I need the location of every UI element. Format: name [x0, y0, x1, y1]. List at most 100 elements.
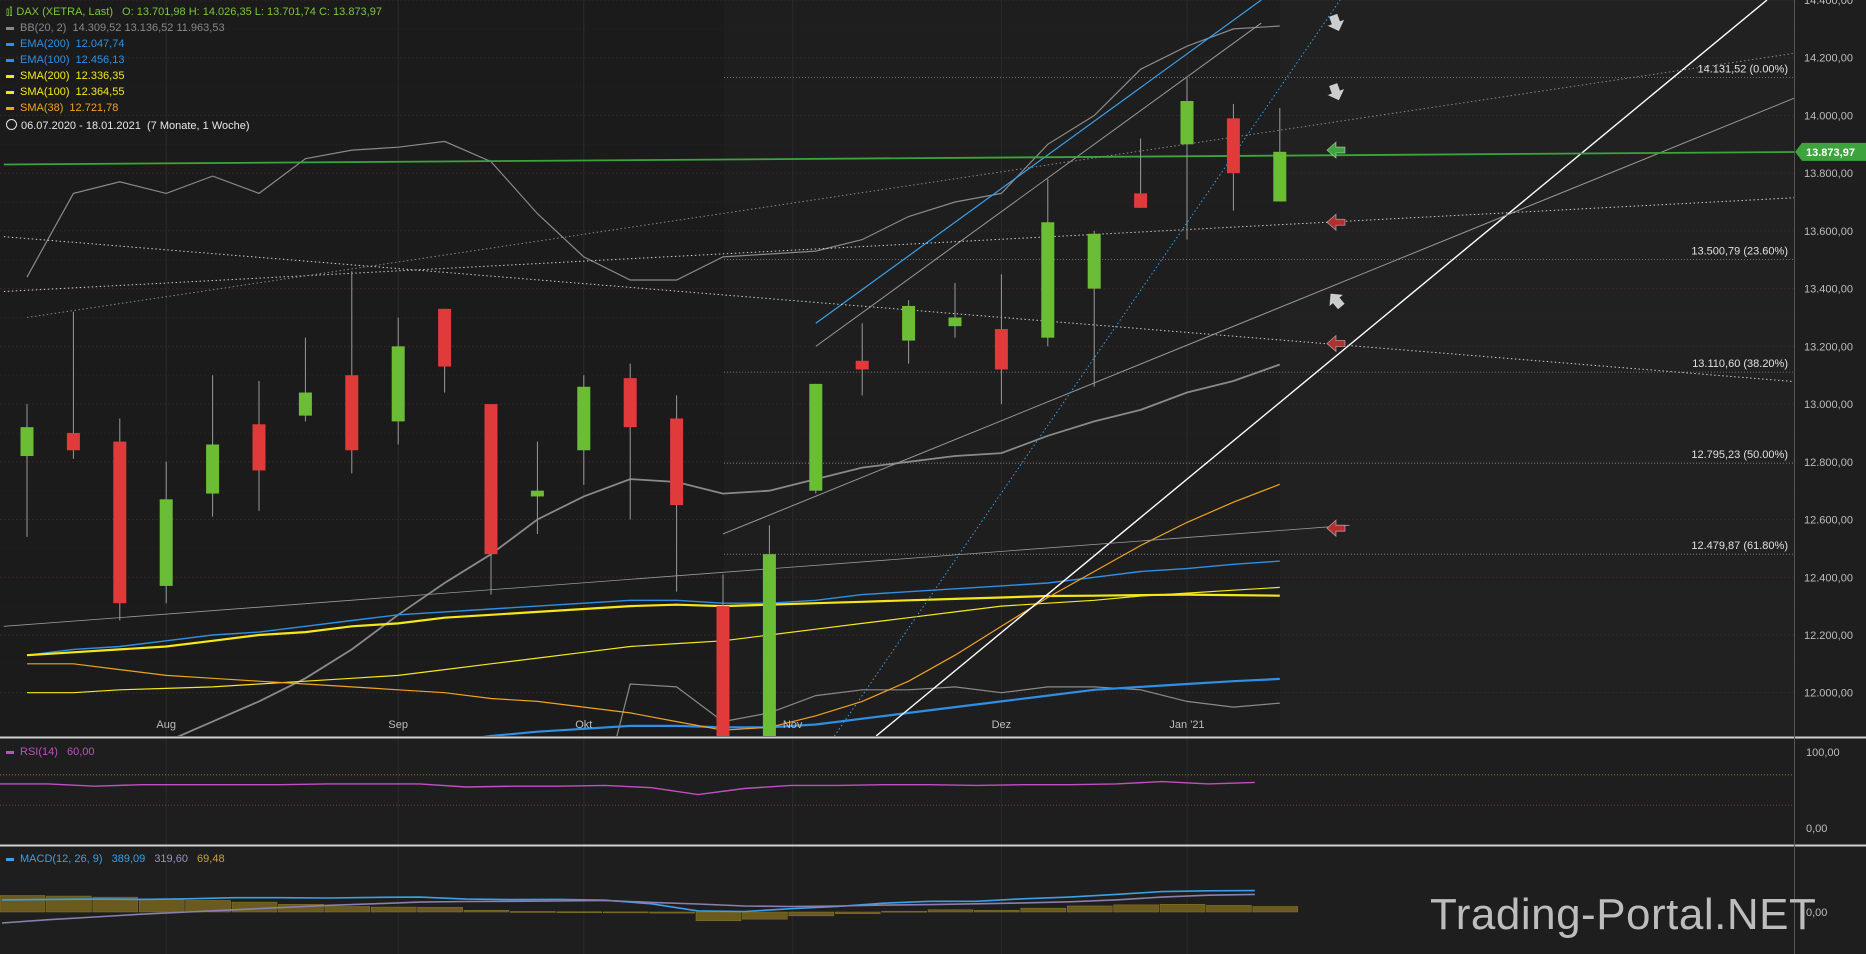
candle-bear: [670, 418, 684, 506]
candle-bear: [252, 424, 266, 471]
legend-values: 12.456,13: [75, 54, 125, 66]
candle-bull: [902, 305, 916, 341]
macd-value: 389,09: [111, 853, 146, 865]
legend-name: BB(20, 2): [20, 22, 67, 34]
macd-hist-value: 69,48: [197, 853, 225, 865]
macd-legend[interactable]: MACD(12, 26, 9) 389,09 319,60 69,48: [6, 853, 225, 865]
candle-bear: [1134, 193, 1148, 208]
candle-bear: [994, 329, 1008, 370]
macd-histogram-bar: [834, 911, 881, 914]
x-tick-label: Nov: [783, 719, 803, 731]
candle-bull: [809, 383, 823, 491]
legend-values: 14.309,52 13.136,52 11.963,53: [72, 22, 225, 34]
y-tick-label: 14.200,00: [1804, 53, 1853, 65]
y-tick-label: 13.400,00: [1804, 284, 1853, 296]
legend-name: EMA(100): [20, 54, 70, 66]
macd-histogram-bar: [1252, 906, 1299, 913]
legend-swatch: [6, 26, 14, 30]
x-tick-label: Aug: [156, 719, 176, 731]
y-tick-label: 12.200,00: [1804, 630, 1853, 642]
period-legend: 06.07.2020 - 18.01.2021 (7 Monate, 1 Woc…: [6, 119, 250, 132]
legend-row-sma-200[interactable]: SMA(200) 12.336,35: [6, 70, 124, 82]
legend-row-ema-100[interactable]: EMA(100) 12.456,13: [6, 54, 124, 66]
legend-row-sma-100[interactable]: SMA(100) 12.364,55: [6, 86, 124, 98]
instrument-ohlc: O: 13.701,98 H: 14.026,35 L: 13.701,74 C…: [122, 6, 382, 18]
y-tick-label: 13.800,00: [1804, 168, 1853, 180]
candle-bear: [113, 441, 127, 604]
y-tick-label: 13.600,00: [1804, 226, 1853, 238]
chart-svg[interactable]: 14.400,00 14.200,00 14.000,00 13.800,00 13.6…: [0, 0, 1866, 954]
legend-row-sma-38[interactable]: SMA(38) 12.721,78: [6, 102, 118, 114]
macd-label: MACD(12, 26, 9): [20, 853, 103, 865]
macd-histogram-bar: [463, 910, 510, 913]
macd-histogram-bar: [417, 907, 463, 913]
x-tick-label: Dez: [992, 719, 1012, 731]
fib-level-label: 12.479,87 (61.80%): [1691, 540, 1788, 552]
candle-bear: [1226, 118, 1240, 174]
rsi-legend[interactable]: RSI(14) 60,00: [6, 746, 95, 758]
legend-values: 12.364,55: [75, 86, 125, 98]
candle-bear: [623, 378, 637, 428]
candle-bull: [20, 427, 34, 457]
macd-histogram-bar: [0, 895, 46, 913]
fib-level-label: 14.131,52 (0.00%): [1697, 63, 1788, 75]
legend-swatch: [6, 90, 14, 94]
watermark: Trading-Portal.NET: [1430, 890, 1817, 939]
candle-bull: [1273, 151, 1287, 202]
macd-histogram-bar: [881, 910, 927, 913]
period-duration: (7 Monate, 1 Woche): [147, 120, 250, 132]
rsi-value: 60,00: [66, 746, 95, 758]
macd-histogram-bar: [556, 911, 603, 913]
macd-signal-value: 319,60: [154, 853, 188, 865]
x-tick-label: Jan '21: [1169, 719, 1204, 731]
fib-level-label: 13.110,60 (38.20%): [1692, 358, 1788, 370]
fib-level-label: 12.795,23 (50.00%): [1691, 449, 1788, 461]
candle-icon: ⫾⫿: [6, 7, 13, 18]
legend-row-ema-200[interactable]: EMA(200) 12.047,74: [6, 38, 124, 50]
rsi-axis-label: 100,00: [1806, 747, 1840, 759]
candle-bear: [66, 432, 80, 451]
macd-histogram-bar: [602, 911, 649, 914]
x-tick-label: Okt: [575, 719, 592, 731]
candle-bear: [484, 404, 498, 555]
legend-name: SMA(100): [20, 86, 70, 98]
legend-swatch: [6, 106, 14, 110]
macd-histogram-bar: [324, 906, 371, 913]
legend-row-bb-20-2[interactable]: BB(20, 2) 14.309,52 13.136,52 11.963,53: [6, 22, 225, 34]
macd-histogram-bar: [1159, 904, 1206, 913]
y-tick-label: 12.400,00: [1804, 572, 1853, 584]
y-tick-label: 12.600,00: [1804, 515, 1853, 527]
macd-histogram-bar: [695, 911, 742, 922]
macd-histogram-bar: [138, 898, 185, 913]
legend-values: 12.336,35: [75, 70, 125, 82]
candle-bull: [948, 317, 962, 327]
candle-bull: [298, 392, 312, 416]
candle-bull: [1087, 233, 1101, 289]
candle-bull: [1041, 222, 1055, 338]
instrument-legend[interactable]: ⫾⫿ DAX (XETRA, Last) O: 13.701,98 H: 14.0…: [6, 6, 382, 18]
legend-name: SMA(38): [20, 102, 64, 114]
macd-histogram-bar: [510, 911, 556, 913]
x-tick-label: Sep: [388, 719, 408, 731]
y-tick-label: 14.000,00: [1804, 110, 1853, 122]
legend-name: SMA(200): [20, 70, 70, 82]
macd-histogram-bar: [1020, 907, 1067, 913]
macd-histogram-bar: [370, 906, 417, 913]
candle-bull: [391, 346, 405, 422]
y-tick-label: 12.800,00: [1804, 457, 1853, 469]
macd-histogram-bar: [742, 911, 788, 920]
rsi-axis-label: 0,00: [1806, 823, 1827, 835]
candle-bear: [855, 360, 869, 370]
legend-swatch: [6, 42, 14, 46]
candle-bull: [577, 386, 591, 451]
instrument-name: DAX (XETRA, Last): [16, 6, 113, 18]
candle-bull: [159, 499, 173, 586]
candle-bear: [345, 375, 359, 451]
period-range: 06.07.2020 - 18.01.2021: [21, 120, 141, 132]
candle-bear: [438, 308, 452, 367]
y-tick-label: 12.000,00: [1804, 688, 1853, 700]
macd-histogram-bar: [649, 911, 695, 914]
macd-histogram-bar: [927, 909, 974, 913]
y-tick-label: 14.400,00: [1804, 0, 1853, 7]
fib-level-label: 13.500,79 (23.60%): [1691, 246, 1788, 258]
